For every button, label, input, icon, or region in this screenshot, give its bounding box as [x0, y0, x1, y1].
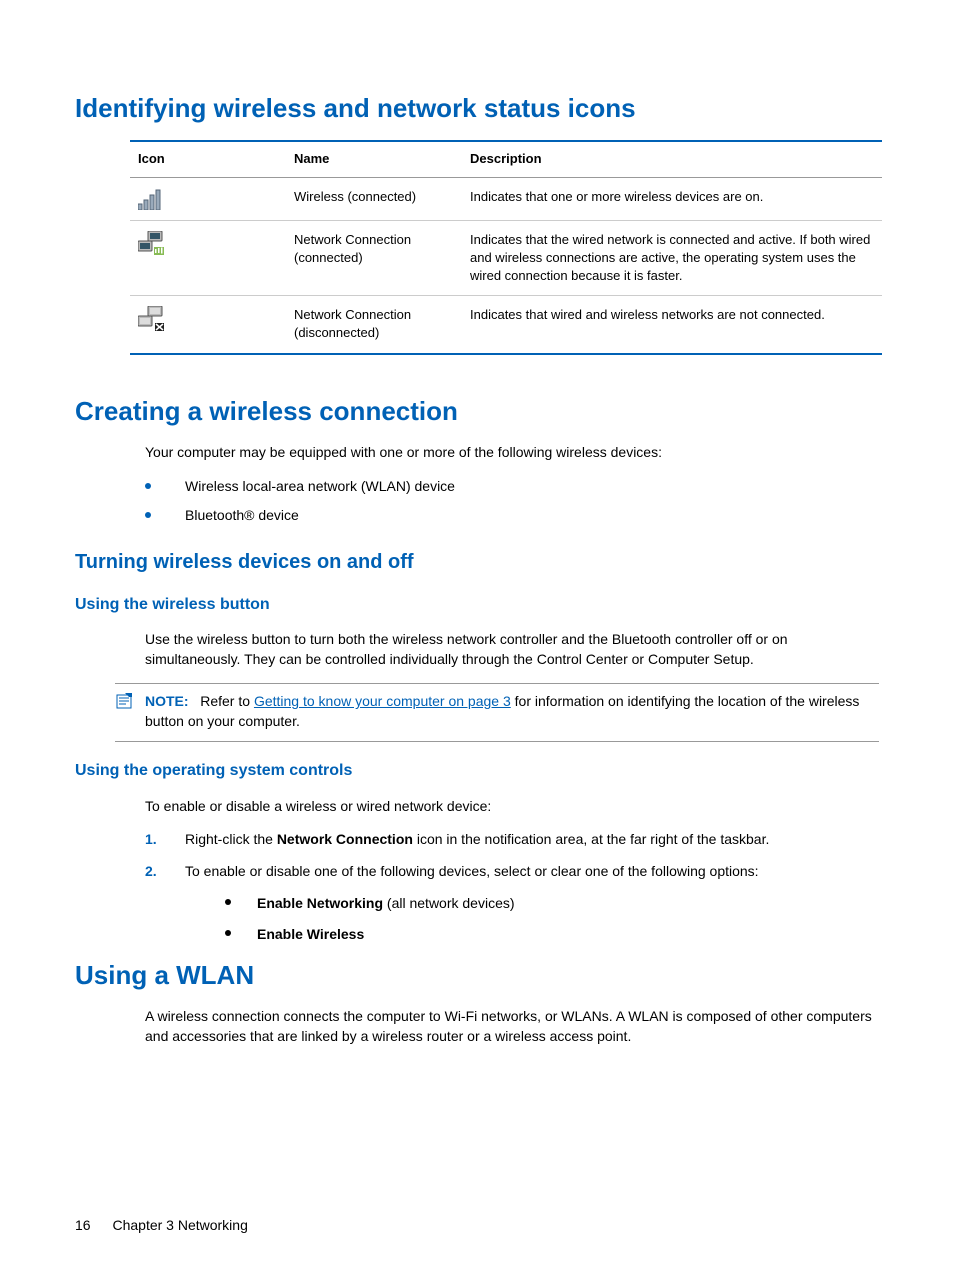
cell-desc: Indicates that wired and wireless networ… — [462, 296, 882, 354]
step1-a: Right-click the — [185, 831, 277, 847]
step-item: To enable or disable one of the followin… — [145, 862, 879, 945]
para-wlan: A wireless connection connects the compu… — [145, 1007, 879, 1046]
para-os-controls: To enable or disable a wireless or wired… — [145, 797, 879, 817]
opt1-bold: Enable Networking — [257, 895, 383, 911]
options-list: Enable Networking (all network devices) … — [225, 894, 879, 945]
page-footer: 16 Chapter 3 Networking — [75, 1216, 879, 1236]
note-label: NOTE: — [145, 693, 189, 709]
step1-b: icon in the notification area, at the fa… — [413, 831, 769, 847]
xref-link[interactable]: Getting to know your computer on page 3 — [254, 693, 511, 709]
cell-desc: Indicates that the wired network is conn… — [462, 220, 882, 296]
heading-creating: Creating a wireless connection — [75, 393, 879, 429]
cell-desc: Indicates that one or more wireless devi… — [462, 177, 882, 220]
th-desc: Description — [462, 141, 882, 177]
para-wireless-button: Use the wireless button to turn both the… — [145, 630, 879, 669]
note-icon — [115, 692, 135, 710]
table-row: Wireless (connected) Indicates that one … — [130, 177, 882, 220]
note-pre: Refer to — [200, 693, 254, 709]
chapter-label: Chapter 3 Networking — [112, 1217, 247, 1233]
heading-turning: Turning wireless devices on and off — [75, 548, 879, 576]
heading-wireless-button: Using the wireless button — [75, 594, 879, 616]
steps-list: Right-click the Network Connection icon … — [145, 830, 879, 944]
device-list: Wireless local-area network (WLAN) devic… — [145, 477, 879, 526]
step1-bold: Network Connection — [277, 831, 413, 847]
para-devices: Your computer may be equipped with one o… — [145, 443, 879, 463]
list-item: Enable Wireless — [225, 925, 879, 945]
step-item: Right-click the Network Connection icon … — [145, 830, 879, 850]
list-item: Enable Networking (all network devices) — [225, 894, 879, 914]
table-row: Network Connection (disconnected) Indica… — [130, 296, 882, 354]
cell-name: Network Connection (disconnected) — [286, 296, 462, 354]
heading-os-controls: Using the operating system controls — [75, 760, 879, 782]
table-row: Network Connection (connected) Indicates… — [130, 220, 882, 296]
cell-name: Wireless (connected) — [286, 177, 462, 220]
cell-name: Network Connection (connected) — [286, 220, 462, 296]
wireless-connected-icon — [138, 188, 164, 210]
list-item: Wireless local-area network (WLAN) devic… — [145, 477, 879, 497]
th-icon: Icon — [130, 141, 286, 177]
opt1-rest: (all network devices) — [383, 895, 515, 911]
icon-status-table: Icon Name Description Wireless (connecte… — [130, 140, 882, 354]
page-number: 16 — [75, 1217, 91, 1233]
network-connected-icon — [138, 231, 166, 257]
list-item: Bluetooth® device — [145, 506, 879, 526]
note: NOTE: Refer to Getting to know your comp… — [115, 683, 879, 742]
opt2-bold: Enable Wireless — [257, 926, 364, 942]
heading-identifying: Identifying wireless and network status … — [75, 90, 879, 126]
heading-wlan: Using a WLAN — [75, 957, 879, 993]
step2-text: To enable or disable one of the followin… — [185, 863, 759, 879]
network-disconnected-icon — [138, 306, 166, 332]
th-name: Name — [286, 141, 462, 177]
